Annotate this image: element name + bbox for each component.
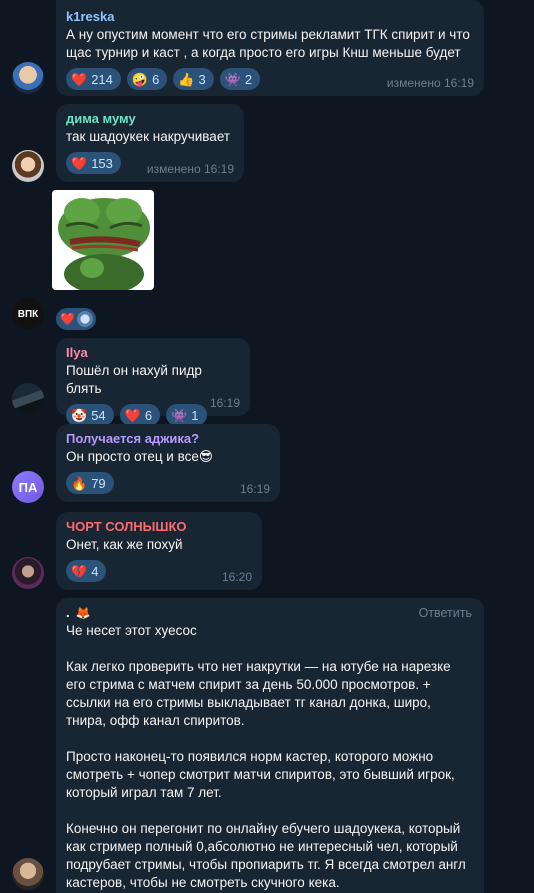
fox-badge-icon: 🦊: [75, 606, 91, 620]
crazy-face-icon: 🤪: [131, 71, 149, 87]
message-time: 16:20: [221, 570, 252, 584]
message-text: Он просто отец и все😎: [66, 449, 213, 464]
reply-button[interactable]: Ответить: [419, 606, 472, 620]
message-author[interactable]: k1reska: [66, 8, 474, 26]
message-text: так шадоукек накручивает: [66, 129, 231, 144]
message-paragraph: Как легко проверить что нет накрутки — н…: [66, 659, 455, 728]
message-bubble[interactable]: k1reska А ну опустим момент что его стри…: [56, 0, 484, 96]
avatar[interactable]: ПА: [12, 471, 44, 503]
message-bubble[interactable]: Получается аджика? Он просто отец и все😎…: [56, 424, 280, 502]
message-paragraph: Конечно он перегонит по онлайну ебучего …: [66, 821, 470, 890]
message-bubble[interactable]: дима муму так шадоукек накручивает ❤️ 153…: [56, 104, 244, 182]
reaction-count: 4: [91, 563, 99, 579]
reaction-heart[interactable]: ❤️ 6: [119, 404, 161, 426]
pepe-sticker[interactable]: [52, 190, 154, 290]
thumbs-up-icon: 👍: [178, 71, 195, 87]
reaction-heart[interactable]: ❤️ 214: [66, 68, 121, 90]
message-time: 16:19: [239, 482, 270, 496]
heart-icon: ❤️: [124, 407, 141, 423]
message-author[interactable]: . 🦊: [66, 604, 474, 622]
heart-icon: ❤️: [71, 155, 88, 171]
avatar-initials: ПА: [18, 479, 38, 495]
reaction-count: 214: [91, 71, 113, 87]
message-bubble[interactable]: Ilya Пошёл он нахуй пидр блять 🤡 54 ❤️ 6 👾…: [56, 338, 250, 426]
reaction-count: 79: [91, 475, 106, 491]
alien-monster-icon: 👾: [224, 71, 241, 87]
reaction-alien[interactable]: 👾 2: [219, 68, 261, 90]
reactor-avatar: [76, 311, 93, 327]
message-paragraph: Че несет этот хуесос: [66, 623, 197, 638]
reaction-clown[interactable]: 🤡 54: [66, 404, 114, 426]
message-time: 16:19: [209, 396, 240, 410]
message-author[interactable]: ЧОРТ СОЛНЫШКО: [66, 518, 252, 536]
reaction-count: 153: [91, 155, 113, 171]
reaction-crazy[interactable]: 🤪 6: [126, 68, 168, 90]
reaction-fire[interactable]: 🔥 79: [66, 472, 114, 494]
fire-icon: 🔥: [71, 475, 88, 491]
message-author[interactable]: Получается аджика?: [66, 430, 270, 448]
message-time: изменено 16:19: [386, 76, 474, 90]
message-author[interactable]: дима муму: [66, 110, 234, 128]
avatar[interactable]: [12, 858, 44, 890]
message-text: Онет, как же похуй: [66, 537, 183, 552]
message-bubble[interactable]: . 🦊 Ответить Че несет этот хуесос Как ле…: [56, 598, 484, 893]
reaction-heart[interactable]: ❤️: [56, 308, 96, 330]
heart-icon: ❤️: [71, 71, 88, 87]
heart-icon: ❤️: [60, 312, 75, 326]
message-text: А ну опустим момент что его стримы рекла…: [66, 27, 474, 60]
broken-heart-icon: 💔: [71, 563, 88, 579]
clown-icon: 🤡: [71, 407, 88, 423]
avatar-label: ВПК: [17, 308, 39, 320]
reaction-thumbs-up[interactable]: 👍 3: [173, 68, 214, 90]
avatar[interactable]: ВПК: [12, 298, 44, 330]
avatar[interactable]: [12, 557, 44, 589]
reaction-heart[interactable]: ❤️ 153: [66, 152, 121, 174]
avatar[interactable]: [12, 62, 44, 94]
reaction-count: 6: [152, 71, 160, 87]
pepe-sticker-image: [52, 190, 154, 290]
reaction-count: 54: [91, 407, 106, 423]
reaction-count: 1: [191, 407, 199, 423]
reaction-count: 2: [244, 71, 253, 87]
message-paragraph: Просто наконец-то появился норм кастер, …: [66, 749, 459, 800]
author-name: .: [66, 605, 70, 620]
reaction-count: 3: [198, 71, 206, 87]
reaction-broken-heart[interactable]: 💔 4: [66, 560, 107, 582]
alien-monster-icon: 👾: [171, 407, 188, 423]
reaction-count: 6: [144, 407, 153, 423]
message-text: Пошёл он нахуй пидр блять: [66, 363, 206, 396]
message-bubble[interactable]: ЧОРТ СОЛНЫШКО Онет, как же похуй 💔 4 16:2…: [56, 512, 262, 590]
avatar[interactable]: [12, 383, 44, 415]
reaction-alien[interactable]: 👾 1: [166, 404, 207, 426]
message-author[interactable]: Ilya: [66, 344, 240, 362]
avatar[interactable]: [12, 150, 44, 182]
message-time: изменено 16:19: [146, 162, 234, 176]
